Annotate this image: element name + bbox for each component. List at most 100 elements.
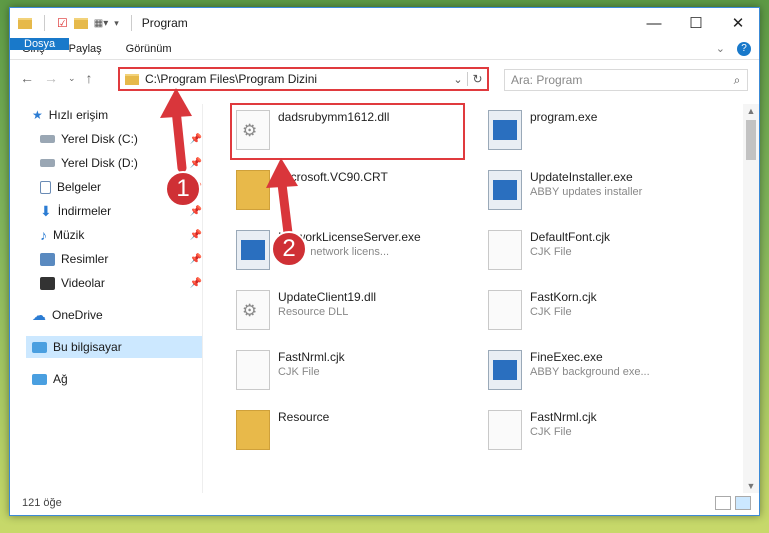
item-count: 121 öğe [22,497,62,509]
up-icon[interactable]: ↑ [86,70,93,86]
generic-file-icon [488,230,522,270]
file-name: UpdateClient19.dll [278,290,377,304]
scroll-thumb[interactable] [746,120,756,160]
file-name: Microsoft.VC90.CRT [278,170,388,184]
sidebar-item-music[interactable]: ♪ Müzik 📌 [40,224,202,246]
disk-icon [40,135,55,143]
search-placeholder: Ara: Program [511,73,583,87]
file-highlight-box [230,103,465,160]
tab-view[interactable]: Görünüm [114,38,184,59]
sidebar-item-quick-access[interactable]: ★ Hızlı erişim [32,104,202,126]
forward-icon[interactable]: → [44,70,58,86]
file-name: program.exe [530,110,598,124]
help-icon[interactable]: ? [737,41,751,56]
maximize-button[interactable]: ☐ [675,9,717,37]
sidebar-item-label: Bu bilgisayar [53,340,122,354]
sidebar-item-label: İndirmeler [57,204,112,218]
customize-icon[interactable]: ▦▾ [94,18,108,29]
separator [44,15,45,31]
file-description: CJK File [530,306,572,318]
sidebar-item-disk-c[interactable]: Yerel Disk (C:) 📌 [40,128,202,150]
search-icon[interactable]: ⌕ [727,73,747,88]
tab-file[interactable]: Dosya [10,38,70,50]
title-bar: ☑ ▦▾ ▾ Program — ☐ ✕ [10,8,759,38]
file-item[interactable]: NetworkLicenseServer.exe ABBY network li… [236,230,421,270]
videos-icon [40,276,55,290]
navigation-pane: ★ Hızlı erişim Yerel Disk (C:) 📌 Yerel D… [10,104,203,493]
address-dropdown-icon[interactable]: ⌄ [449,73,467,86]
file-description: CJK File [530,426,572,438]
file-name: DefaultFont.cjk [530,230,611,244]
address-path[interactable]: C:\Program Files\Program Dizini [145,72,449,86]
pin-icon[interactable]: 📌 [190,134,202,145]
file-description: CJK File [530,246,572,258]
file-item[interactable]: FastNrml.cjk CJK File [488,410,597,450]
sidebar-item-label: Hızlı erişim [48,108,109,122]
folder-icon [18,17,32,29]
file-name: FastNrml.cjk [530,410,597,424]
generic-file-icon [488,410,522,450]
sidebar-item-this-pc[interactable]: Bu bilgisayar [26,336,202,358]
sidebar-item-pictures[interactable]: Resimler 📌 [40,248,202,270]
minimize-button[interactable]: — [633,9,675,37]
generic-file-icon [488,290,522,330]
file-item[interactable]: FastKorn.cjk CJK File [488,290,597,330]
file-name: FastKorn.cjk [530,290,597,304]
ribbon-expand-icon[interactable]: ⌄ [716,42,725,55]
window-title: Program [141,16,188,30]
status-bar: 121 öğe [10,491,759,515]
recent-dropdown-icon[interactable]: ⌄ [68,73,76,84]
properties-icon[interactable]: ☑ [57,16,68,30]
music-icon: ♪ [40,227,47,243]
close-button[interactable]: ✕ [717,9,759,37]
scroll-up-icon[interactable]: ▲ [743,106,759,116]
sidebar-item-label: Belgeler [57,180,102,194]
sidebar-item-label: Resimler [61,252,109,266]
scroll-down-icon[interactable]: ▼ [743,481,759,491]
star-icon: ★ [32,108,43,122]
pin-icon[interactable]: 📌 [190,278,202,289]
file-description: CJK File [278,366,320,378]
exe-file-icon [488,110,522,150]
file-item[interactable]: UpdateClient19.dll Resource DLL [236,290,376,330]
file-item[interactable]: Resource [236,410,329,450]
file-item[interactable]: UpdateInstaller.exe ABBY updates install… [488,170,642,210]
file-name: Resource [278,410,330,424]
sidebar-item-label: Yerel Disk (D:) [61,156,138,170]
address-bar[interactable]: C:\Program Files\Program Dizini ⌄ ↻ [118,67,489,91]
pin-icon[interactable]: 📌 [190,230,202,241]
pin-icon[interactable]: 📌 [190,206,202,217]
search-input[interactable]: Ara: Program ⌕ [504,69,748,91]
new-folder-icon[interactable] [73,17,88,29]
generic-file-icon [236,350,270,390]
refresh-icon[interactable]: ↻ [467,72,487,86]
details-view-icon[interactable] [715,496,731,510]
sidebar-item-label: Ağ [53,372,68,386]
pictures-icon [40,252,55,266]
pin-icon[interactable]: 📌 [190,158,202,169]
vertical-scrollbar[interactable]: ▲ ▼ [743,104,759,493]
document-icon [40,180,51,194]
file-item[interactable]: FineExec.exe ABBY background exe... [488,350,650,390]
exe-file-icon [488,350,522,390]
ribbon-tabs: Dosya Giriş Paylaş Görünüm ⌄ ? [10,38,759,60]
explorer-window: ☑ ▦▾ ▾ Program — ☐ ✕ Dosya Giriş Paylaş … [9,7,760,516]
large-icons-view-icon[interactable] [735,496,751,510]
file-item[interactable]: Microsoft.VC90.CRT [236,170,388,210]
sidebar-item-onedrive[interactable]: ☁ OneDrive [32,304,202,326]
pin-icon[interactable]: 📌 [190,254,202,265]
file-description: ABBY background exe... [530,366,650,378]
file-item[interactable]: DefaultFont.cjk CJK File [488,230,610,270]
back-icon[interactable]: ← [20,70,34,86]
sidebar-item-videos[interactable]: Videolar 📌 [40,272,202,294]
file-item[interactable]: FastNrml.cjk CJK File [236,350,345,390]
file-item[interactable]: program.exe [488,110,597,150]
sidebar-item-label: Videolar [61,276,105,290]
file-description: Resource DLL [278,306,349,318]
file-list: dadsrubymm1612.dll program.exe Microsoft… [206,104,740,493]
step-badge-2: 2 [271,231,307,267]
sidebar-item-network[interactable]: Ağ [32,368,202,390]
qa-dropdown-icon[interactable]: ▾ [114,18,119,29]
sidebar-item-label: Müzik [53,228,85,242]
sidebar-item-label: OneDrive [52,308,103,322]
